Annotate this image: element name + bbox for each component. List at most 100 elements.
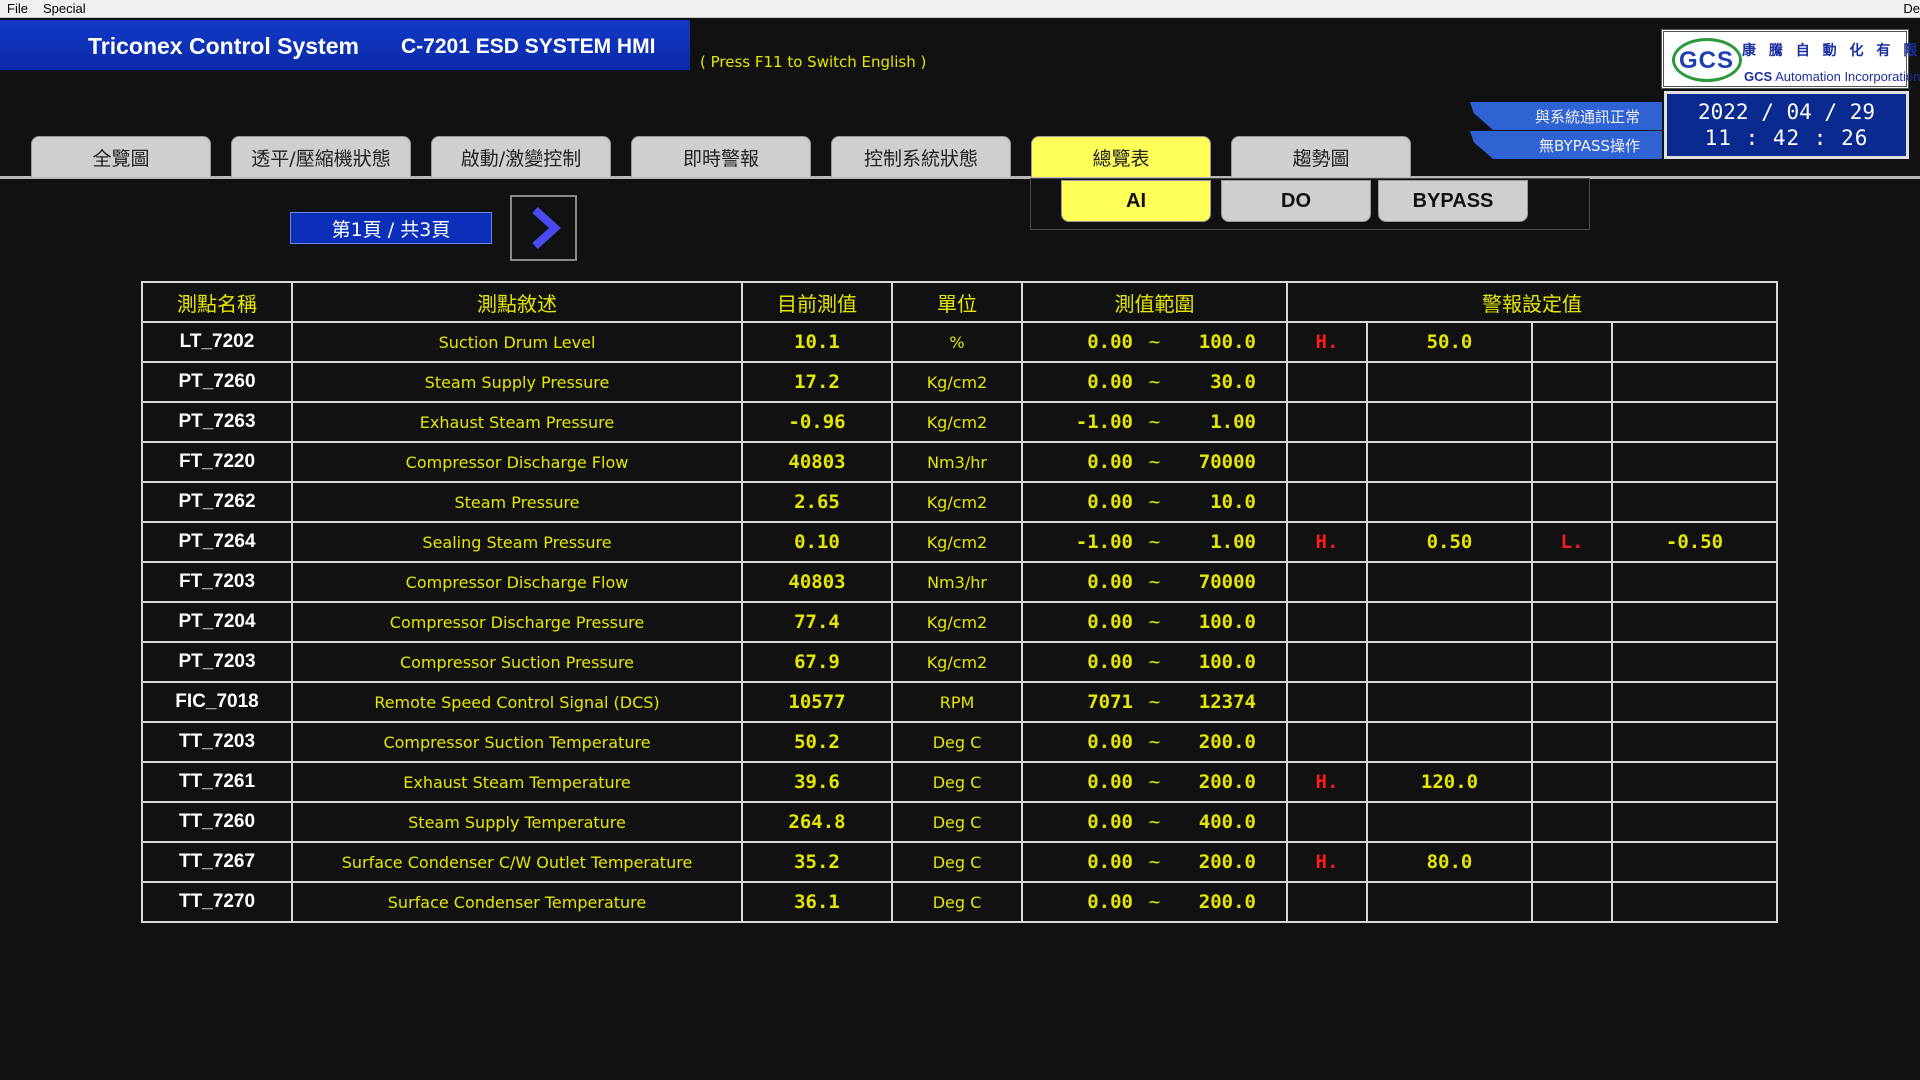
high-alarm-flag [1286,401,1368,443]
ai-summary-table: 測點名稱 測點敘述 目前測值 單位 測值範圍 警報設定值 LT_7202 Suct… [141,281,1778,923]
range-low: 0.00 [1087,891,1133,913]
table-row: TT_7203 Compressor Suction Temperature 50.… [141,721,1778,763]
unit: Deg C [891,841,1023,883]
range-high: 400.0 [1198,811,1256,833]
tab-turbine-compressor-status[interactable]: 透平/壓縮機狀態 [231,136,411,177]
low-alarm-flag [1531,321,1613,363]
range-separator: ~ [1148,811,1161,833]
subtab-bypass[interactable]: BYPASS [1378,180,1528,222]
range-cell: 0.00 ~100.0 [1021,321,1288,363]
page-indicator: 第1頁 / 共3頁 [290,212,492,244]
point-description: Sealing Steam Pressure [291,521,743,563]
point-tag[interactable]: LT_7202 [141,321,293,363]
range-cell: 0.00 ~200.0 [1021,761,1288,803]
low-alarm-flag [1531,641,1613,683]
point-tag[interactable]: TT_7267 [141,841,293,883]
high-alarm-value: 50.0 [1366,321,1533,363]
header-range: 測值範圍 [1021,281,1288,323]
point-description: Steam Pressure [291,481,743,523]
range-high: 100.0 [1198,611,1256,633]
logo-mark-text: GCS [1679,47,1735,74]
unit: Kg/cm2 [891,361,1023,403]
range-low: 0.00 [1087,811,1133,833]
unit: Kg/cm2 [891,641,1023,683]
high-alarm-value [1366,681,1533,723]
point-tag[interactable]: FT_7203 [141,561,293,603]
header-tag: 測點名稱 [141,281,293,323]
tab-summary-table[interactable]: 總覽表 [1031,136,1211,177]
range-cell: 0.00 ~70000 [1021,441,1288,483]
point-tag[interactable]: PT_7203 [141,641,293,683]
menu-file[interactable]: File [0,0,36,18]
range-high: 100.0 [1198,651,1256,673]
current-value: 35.2 [741,841,893,883]
high-alarm-value [1366,481,1533,523]
tab-overview[interactable]: 全覽圖 [31,136,211,177]
low-alarm-value [1611,681,1778,723]
point-tag[interactable]: PT_7204 [141,601,293,643]
menu-edge-text: De [1903,1,1920,16]
point-tag[interactable]: PT_7263 [141,401,293,443]
company-name-en-rest: Automation Incorporation [1772,69,1920,84]
range-high: 30.0 [1210,371,1256,393]
point-description: Compressor Discharge Flow [291,561,743,603]
low-alarm-value [1611,841,1778,883]
point-description: Compressor Discharge Flow [291,441,743,483]
point-tag[interactable]: PT_7260 [141,361,293,403]
point-tag[interactable]: PT_7264 [141,521,293,563]
point-tag[interactable]: TT_7260 [141,801,293,843]
language-hint: ( Press F11 to Switch English ) [700,53,927,71]
tab-control-system-status[interactable]: 控制系統狀態 [831,136,1011,177]
unit: Deg C [891,761,1023,803]
high-alarm-flag: H. [1286,521,1368,563]
high-alarm-value [1366,401,1533,443]
tab-start-surge-control[interactable]: 啟動/激變控制 [431,136,611,177]
high-alarm-value [1366,641,1533,683]
point-tag[interactable]: FT_7220 [141,441,293,483]
high-alarm-value: 120.0 [1366,761,1533,803]
high-alarm-flag: H. [1286,761,1368,803]
table-row: TT_7261 Exhaust Steam Temperature 39.6 Deg … [141,761,1778,803]
high-alarm-flag [1286,601,1368,643]
point-tag[interactable]: TT_7270 [141,881,293,923]
menu-special[interactable]: Special [36,0,94,18]
range-cell: 0.00 ~200.0 [1021,721,1288,763]
tab-trend[interactable]: 趨勢圖 [1231,136,1411,177]
header-description: 測點敘述 [291,281,743,323]
range-low: 0.00 [1087,611,1133,633]
low-alarm-value [1611,881,1778,923]
low-alarm-flag [1531,481,1613,523]
range-cell: 0.00 ~400.0 [1021,801,1288,843]
company-logo: GCS 康 騰 自 動 化 有 限 公 司 GCS Automation Inc… [1661,29,1920,89]
company-name-en: GCS Automation Incorporation [1744,69,1920,84]
point-description: Exhaust Steam Pressure [291,401,743,443]
high-alarm-value [1366,801,1533,843]
subtab-ai[interactable]: AI [1061,180,1211,222]
low-alarm-value: -0.50 [1611,521,1778,563]
table-row: PT_7203 Compressor Suction Pressure 67.9 Kg… [141,641,1778,683]
current-value: 264.8 [741,801,893,843]
range-cell: 0.00 ~200.0 [1021,841,1288,883]
tab-realtime-alarm[interactable]: 即時警報 [631,136,811,177]
point-tag[interactable]: TT_7261 [141,761,293,803]
low-alarm-flag [1531,721,1613,763]
high-alarm-value [1366,601,1533,643]
low-alarm-flag [1531,801,1613,843]
range-cell: 0.00 ~200.0 [1021,881,1288,923]
range-cell: 0.00 ~100.0 [1021,641,1288,683]
range-low: 0.00 [1087,491,1133,513]
low-alarm-flag [1531,561,1613,603]
point-description: Compressor Suction Temperature [291,721,743,763]
point-tag[interactable]: FIC_7018 [141,681,293,723]
point-description: Steam Supply Pressure [291,361,743,403]
low-alarm-flag [1531,881,1613,923]
high-alarm-flag [1286,681,1368,723]
point-tag[interactable]: PT_7262 [141,481,293,523]
subtab-do[interactable]: DO [1221,180,1371,222]
high-alarm-flag: H. [1286,841,1368,883]
next-page-button[interactable] [510,195,577,261]
point-tag[interactable]: TT_7203 [141,721,293,763]
point-description: Compressor Discharge Pressure [291,601,743,643]
current-value: 40803 [741,561,893,603]
point-description: Surface Condenser C/W Outlet Temperature [291,841,743,883]
